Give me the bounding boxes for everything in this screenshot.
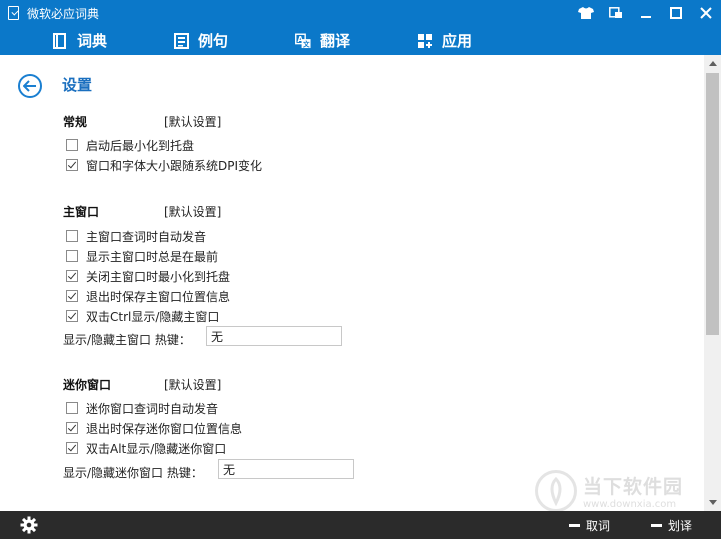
option-main-auto-pronounce[interactable]: 主窗口查词时自动发音 xyxy=(66,228,206,244)
option-label: 退出时保存主窗口位置信息 xyxy=(86,289,231,304)
mini-window-default-settings-link[interactable]: [默认设置] xyxy=(164,376,221,393)
toggle-off-icon xyxy=(651,523,662,527)
scroll-up-arrow-icon[interactable] xyxy=(704,55,721,72)
maximize-icon[interactable] xyxy=(661,0,691,26)
checkbox[interactable] xyxy=(66,139,78,151)
page-title: 设置 xyxy=(62,76,93,94)
scroll-down-arrow-icon[interactable] xyxy=(704,494,721,511)
tab-translate[interactable]: A文 翻译 xyxy=(295,26,350,55)
option-mini-double-alt[interactable]: 双击Alt显示/隐藏迷你窗口 xyxy=(66,440,226,456)
translate-label: 划译 xyxy=(668,518,693,533)
checkbox[interactable] xyxy=(66,230,78,242)
checkbox[interactable] xyxy=(66,422,78,434)
tab-examples[interactable]: 例句 xyxy=(173,26,228,55)
option-label: 主窗口查词时自动发音 xyxy=(86,229,207,244)
main-window-default-settings-link[interactable]: [默认设置] xyxy=(164,203,221,220)
option-mini-auto-pronounce[interactable]: 迷你窗口查词时自动发音 xyxy=(66,400,218,416)
tab-dictionary[interactable]: 词典 xyxy=(52,26,107,55)
bottom-bar: 取词 划译 xyxy=(0,511,721,539)
scroll-thumb[interactable] xyxy=(706,73,719,335)
option-main-double-ctrl[interactable]: 双击Ctrl显示/隐藏主窗口 xyxy=(66,308,219,324)
general-default-settings-link[interactable]: [默认设置] xyxy=(164,113,221,130)
mini-window-icon[interactable] xyxy=(601,0,631,26)
option-follow-dpi[interactable]: 窗口和字体大小跟随系统DPI变化 xyxy=(66,157,262,173)
skin-shirt-icon[interactable] xyxy=(571,0,601,26)
toggle-off-icon xyxy=(569,523,580,527)
mini-hotkey-input[interactable] xyxy=(218,459,354,479)
app-logo-icon xyxy=(7,5,21,21)
checkbox[interactable] xyxy=(66,270,78,282)
section-title-mini-window: 迷你窗口 xyxy=(63,378,112,392)
option-label: 显示主窗口时总是在最前 xyxy=(86,249,219,264)
lookup-toggle-button[interactable]: 取词 xyxy=(569,511,610,539)
watermark: 当下软件园 www.downxia.com xyxy=(535,470,683,512)
settings-content: 设置 常规 [默认设置] 启动后最小化到托盘 窗口和字体大小跟随系统DPI变化 … xyxy=(0,55,704,511)
watermark-url: www.downxia.com xyxy=(583,499,677,510)
title-bar: 微软必应词典 xyxy=(0,0,721,26)
option-minimize-on-start[interactable]: 启动后最小化到托盘 xyxy=(66,137,194,153)
tab-dictionary-label: 词典 xyxy=(77,32,108,50)
section-title-main-window: 主窗口 xyxy=(63,205,100,219)
apps-grid-icon xyxy=(417,33,433,49)
option-main-close-to-tray[interactable]: 关闭主窗口时最小化到托盘 xyxy=(66,268,230,284)
checkbox[interactable] xyxy=(66,310,78,322)
watermark-text: 当下软件园 xyxy=(583,476,684,498)
window-title: 微软必应词典 xyxy=(27,6,100,21)
option-label: 迷你窗口查词时自动发音 xyxy=(86,401,219,416)
checkbox[interactable] xyxy=(66,250,78,262)
option-main-always-on-top[interactable]: 显示主窗口时总是在最前 xyxy=(66,248,218,264)
checkbox[interactable] xyxy=(66,402,78,414)
nav-bar: 词典 例句 A文 翻译 应用 xyxy=(0,26,721,55)
checkbox[interactable] xyxy=(66,159,78,171)
svg-text:文: 文 xyxy=(303,39,310,48)
watermark-logo-icon xyxy=(535,470,577,512)
option-label: 关闭主窗口时最小化到托盘 xyxy=(86,269,231,284)
option-label: 窗口和字体大小跟随系统DPI变化 xyxy=(86,158,263,173)
vertical-scrollbar[interactable] xyxy=(704,55,721,511)
window-controls xyxy=(571,0,721,26)
arrow-left-icon xyxy=(23,80,36,92)
gear-icon[interactable] xyxy=(20,516,38,534)
tab-apps-label: 应用 xyxy=(442,32,473,50)
main-hotkey-label: 显示/隐藏主窗口 热键： xyxy=(63,333,191,347)
option-label: 双击Alt显示/隐藏迷你窗口 xyxy=(86,441,227,456)
back-button[interactable] xyxy=(18,74,42,98)
mini-hotkey-label: 显示/隐藏迷你窗口 热键： xyxy=(63,466,203,480)
lookup-label: 取词 xyxy=(586,518,611,533)
option-label: 启动后最小化到托盘 xyxy=(86,138,195,153)
translate-icon: A文 xyxy=(295,33,311,49)
checkbox[interactable] xyxy=(66,442,78,454)
option-label: 双击Ctrl显示/隐藏主窗口 xyxy=(86,309,220,324)
document-list-icon xyxy=(173,32,189,49)
option-label: 退出时保存迷你窗口位置信息 xyxy=(86,421,243,436)
close-icon[interactable] xyxy=(691,0,721,26)
main-hotkey-input[interactable] xyxy=(206,326,342,346)
tab-apps[interactable]: 应用 xyxy=(417,26,472,55)
checkbox[interactable] xyxy=(66,290,78,302)
tab-examples-label: 例句 xyxy=(198,32,229,50)
section-title-general: 常规 xyxy=(63,115,88,129)
book-icon xyxy=(52,32,68,49)
tab-translate-label: 翻译 xyxy=(320,32,351,50)
minimize-icon[interactable] xyxy=(631,0,661,26)
option-main-save-position[interactable]: 退出时保存主窗口位置信息 xyxy=(66,288,230,304)
option-mini-save-position[interactable]: 退出时保存迷你窗口位置信息 xyxy=(66,420,242,436)
translate-toggle-button[interactable]: 划译 xyxy=(651,511,692,539)
